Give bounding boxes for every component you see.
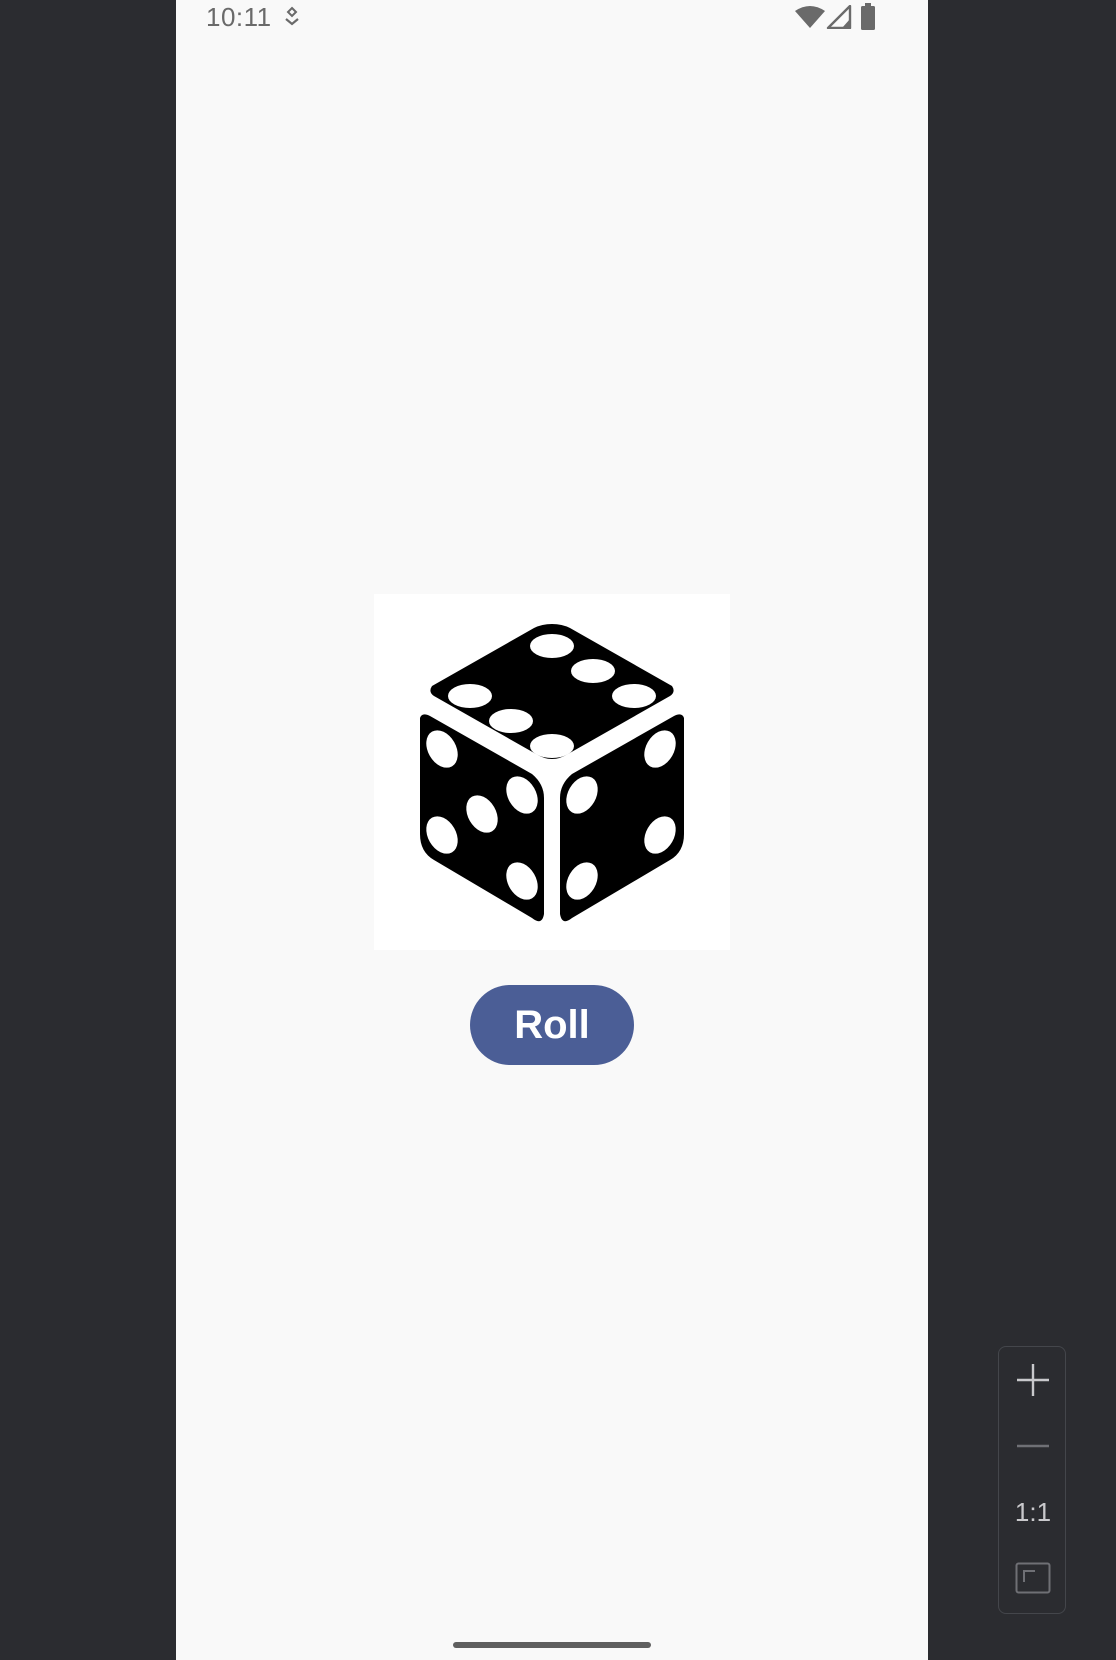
zoom-reset-button[interactable]: 1:1 (999, 1479, 1067, 1545)
zoom-out-button[interactable] (999, 1413, 1067, 1479)
home-indicator[interactable] (453, 1642, 651, 1648)
fit-screen-button[interactable] (999, 1545, 1067, 1611)
minus-icon (1017, 1444, 1049, 1448)
zoom-in-button[interactable] (999, 1347, 1067, 1413)
status-time: 10:11 (206, 2, 272, 32)
fit-screen-icon (1015, 1562, 1051, 1594)
zoom-reset-label: 1:1 (1014, 1496, 1052, 1527)
cellular-signal-icon (826, 5, 852, 29)
emulator-zoom-panel: 1:1 (998, 1346, 1066, 1614)
dice-image (374, 594, 730, 950)
roll-button[interactable]: Roll (470, 985, 634, 1065)
dice-six-icon (420, 624, 684, 922)
notification-icon (285, 6, 299, 26)
status-bar: 10:11 (176, 0, 928, 36)
battery-icon (861, 3, 875, 30)
plus-icon (1017, 1364, 1049, 1396)
wifi-icon (795, 6, 825, 28)
phone-screen: 10:11 Roll (176, 0, 928, 1660)
